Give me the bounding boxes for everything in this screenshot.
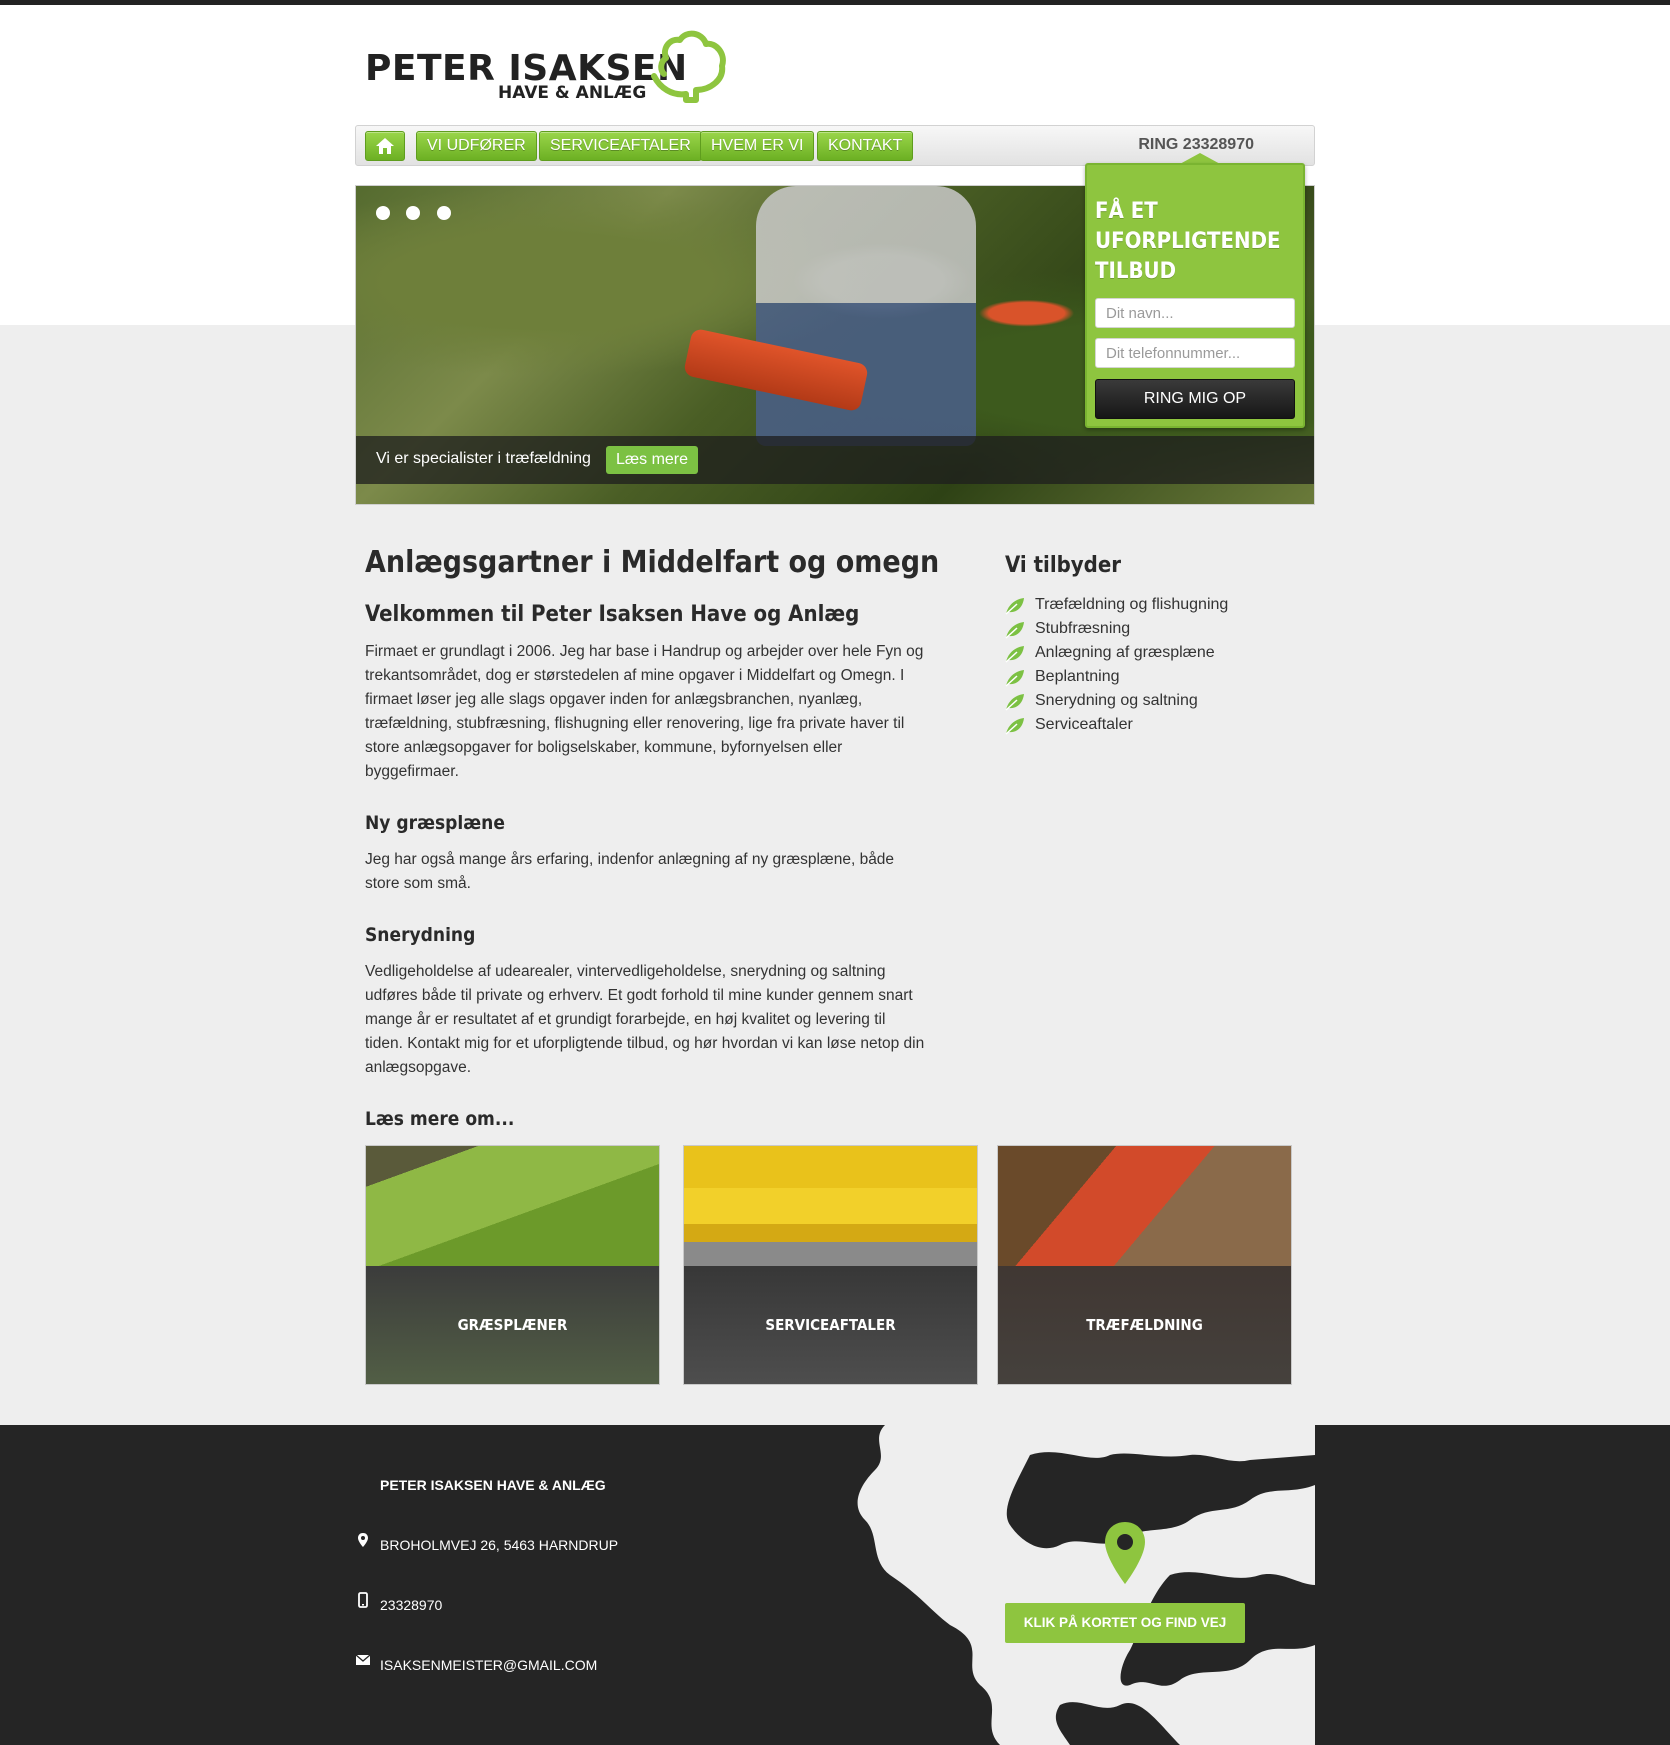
services-list: Træfældning og flishugning Stubfræsning … xyxy=(1005,593,1228,737)
main-nav: VI UDFØRER SERVICEAFTALER HVEM ER VI KON… xyxy=(355,125,1315,166)
leaf-icon xyxy=(1005,598,1024,615)
tile-label: TRÆFÆLDNING xyxy=(1086,1316,1203,1334)
slider-dot[interactable] xyxy=(376,206,390,220)
footer: PETER ISAKSEN HAVE & ANLÆG BROHOLMVEJ 26… xyxy=(0,1425,1670,1745)
slider-dots xyxy=(376,206,463,225)
footer-email[interactable]: ISAKSENMEISTER@GMAIL.COM xyxy=(380,1657,597,1673)
find-route-button[interactable]: KLIK PÅ KORTET OG FIND VEJ xyxy=(1005,1603,1245,1643)
slider-dot[interactable] xyxy=(436,206,451,220)
call-me-button[interactable]: RING MIG OP xyxy=(1095,379,1295,419)
phone-icon xyxy=(358,1592,368,1608)
list-item-label: Snerydning og saltning xyxy=(1035,692,1198,709)
list-item-label: Anlægning af græsplæne xyxy=(1035,644,1215,661)
map-pin-icon xyxy=(1105,1522,1145,1584)
footer-company: PETER ISAKSEN HAVE & ANLÆG xyxy=(380,1477,606,1493)
list-item[interactable]: Beplantning xyxy=(1005,665,1228,689)
read-more-button[interactable]: Læs mere xyxy=(606,446,699,474)
welcome-heading: Velkommen til Peter Isaksen Have og Anlæ… xyxy=(365,602,860,627)
tile-image-lawn xyxy=(366,1146,659,1266)
leaf-icon xyxy=(1005,646,1024,663)
tile-label: GRÆSPLÆNER xyxy=(457,1316,568,1334)
tile-service-agreements[interactable]: SERVICEAFTALER xyxy=(683,1145,978,1385)
footer-phone[interactable]: 23328970 xyxy=(380,1597,442,1613)
services-title: Vi tilbyder xyxy=(1005,553,1122,578)
footer-address: BROHOLMVEJ 26, 5463 HARNDRUP xyxy=(380,1537,619,1553)
hero-caption: Vi er specialister i træfældning xyxy=(376,450,591,467)
page-title: Anlægsgartner i Middelfart og omegn xyxy=(365,545,940,580)
hero-caption-bar: Vi er specialister i træfældning Læs mer… xyxy=(356,436,1314,484)
phone-input[interactable] xyxy=(1095,338,1295,368)
section-text-lawn: Jeg har også mange års erfaring, indenfo… xyxy=(365,851,895,892)
quote-form: FÅ ET UFORPLIGTENDE TILBUD RING MIG OP xyxy=(1085,163,1305,428)
top-border xyxy=(0,0,1670,5)
nav-item-vi-udforer[interactable]: VI UDFØRER xyxy=(416,131,537,161)
leaf-icon xyxy=(1005,694,1024,711)
name-input[interactable] xyxy=(1095,298,1295,328)
list-item[interactable]: Stubfræsning xyxy=(1005,617,1228,641)
slider-dot[interactable] xyxy=(406,206,421,220)
tile-tree-felling[interactable]: TRÆFÆLDNING xyxy=(997,1145,1292,1385)
location-icon xyxy=(358,1533,368,1547)
leaf-icon xyxy=(1005,622,1024,639)
home-icon xyxy=(376,138,394,154)
nav-phone[interactable]: RING 23328970 xyxy=(1138,136,1254,154)
intro-text: Firmaet er grundlagt i 2006. Jeg har bas… xyxy=(365,643,924,780)
list-item-label: Beplantning xyxy=(1035,668,1120,685)
tile-label: SERVICEAFTALER xyxy=(765,1316,896,1334)
quote-form-title: FÅ ET UFORPLIGTENDE TILBUD xyxy=(1095,199,1281,284)
hero-image-person xyxy=(756,186,976,446)
nav-item-kontakt[interactable]: KONTAKT xyxy=(817,131,914,161)
list-item-label: Træfældning og flishugning xyxy=(1035,596,1229,613)
mail-icon xyxy=(355,1654,371,1665)
tile-image-trailer xyxy=(684,1146,977,1266)
list-item[interactable]: Træfældning og flishugning xyxy=(1005,593,1228,617)
nav-item-hvem-er-vi[interactable]: HVEM ER VI xyxy=(700,131,815,161)
section-heading-lawn: Ny græsplæne xyxy=(365,812,505,834)
tree-logo-icon xyxy=(651,30,726,103)
nav-item-serviceaftaler[interactable]: SERVICEAFTALER xyxy=(539,131,702,161)
logo[interactable]: PETER ISAKSEN HAVE & ANLÆG xyxy=(365,28,745,108)
leaf-icon xyxy=(1005,670,1024,687)
list-item[interactable]: Anlægning af græsplæne xyxy=(1005,641,1228,665)
list-item[interactable]: Serviceaftaler xyxy=(1005,713,1228,737)
list-item-label: Serviceaftaler xyxy=(1035,716,1133,733)
leaf-icon xyxy=(1005,718,1024,735)
tile-image-chainsaw xyxy=(998,1146,1291,1266)
read-more-title: Læs mere om... xyxy=(365,1108,515,1130)
tile-lawns[interactable]: GRÆSPLÆNER xyxy=(365,1145,660,1385)
logo-tagline: HAVE & ANLÆG xyxy=(498,83,647,103)
nav-home-button[interactable] xyxy=(365,131,405,161)
footer-map[interactable] xyxy=(830,1425,1315,1745)
list-item[interactable]: Snerydning og saltning xyxy=(1005,689,1228,713)
list-item-label: Stubfræsning xyxy=(1035,620,1131,637)
section-text-snow: Vedligeholdelse af udearealer, vinterved… xyxy=(365,963,925,1076)
section-heading-snow: Snerydning xyxy=(365,924,476,946)
